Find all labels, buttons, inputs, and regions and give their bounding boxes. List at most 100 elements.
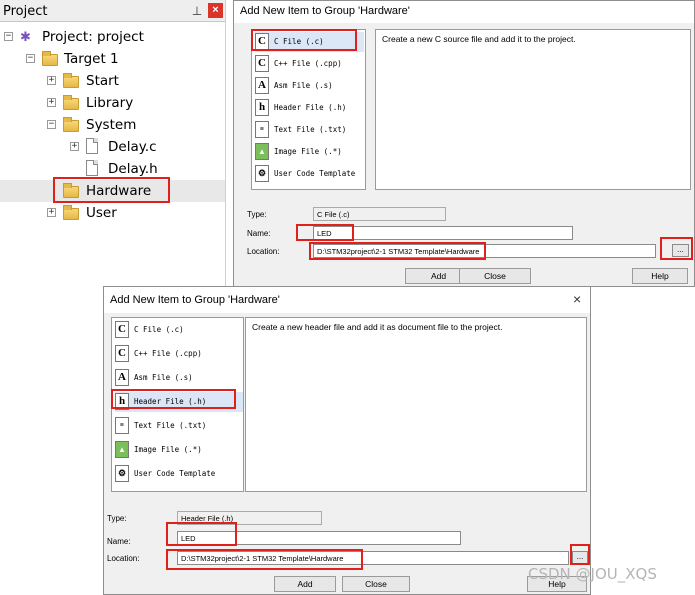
highlight-box	[570, 544, 590, 565]
list-item-user-code-template[interactable]: ⚙ User Code Template	[255, 164, 364, 184]
tree-item-label: Library	[86, 95, 134, 111]
tree-item-label: Project: project	[42, 29, 144, 45]
list-item-cpp-file[interactable]: C C++ File (.cpp)	[255, 54, 364, 74]
list-item-label: C File (.c)	[134, 325, 184, 334]
dialog-titlebar: Add New Item to Group 'Hardware' ×	[104, 287, 590, 313]
open-folder-icon	[63, 117, 79, 132]
list-item-text-file[interactable]: ≡ Text File (.txt)	[255, 120, 364, 140]
highlight-box	[296, 224, 354, 241]
tree-item-label: Delay.h	[108, 161, 158, 177]
list-item-label: C++ File (.cpp)	[274, 59, 342, 68]
list-item-label: Asm File (.s)	[274, 81, 333, 90]
asm-file-icon: A	[255, 77, 269, 94]
name-label: Name:	[247, 229, 271, 238]
tree-item-target[interactable]: − Target 1	[0, 48, 225, 70]
expand-icon[interactable]: +	[70, 142, 79, 151]
tree-item-delay-c[interactable]: + Delay.c	[0, 136, 225, 158]
type-field: C File (.c)	[313, 207, 446, 221]
list-item-cpp-file[interactable]: C C++ File (.cpp)	[115, 344, 243, 364]
help-button[interactable]: Help	[632, 268, 688, 284]
list-item-label: Text File (.txt)	[274, 125, 347, 134]
highlight-box	[111, 389, 236, 409]
tree-item-label: Start	[86, 73, 119, 89]
list-item-label: C++ File (.cpp)	[134, 349, 202, 358]
tree-item-project[interactable]: − ✱ Project: project	[0, 26, 225, 48]
target-folder-icon	[42, 51, 58, 66]
expand-icon[interactable]: +	[47, 76, 56, 85]
list-item-asm-file[interactable]: A Asm File (.s)	[255, 76, 364, 96]
highlight-box	[251, 29, 357, 51]
tree-item-system[interactable]: − System	[0, 114, 225, 136]
template-icon: ⚙	[115, 465, 129, 482]
watermark: CSDN @JOU_XQS	[528, 565, 657, 583]
item-type-list: C C File (.c) C C++ File (.cpp) A Asm Fi…	[251, 29, 366, 190]
item-description: Create a new header file and add it as d…	[245, 317, 587, 492]
expand-icon[interactable]: +	[47, 98, 56, 107]
location-label: Location:	[247, 247, 280, 256]
dialog-titlebar: Add New Item to Group 'Hardware'	[234, 1, 694, 23]
list-item-text-file[interactable]: ≡ Text File (.txt)	[115, 416, 243, 436]
item-description: Create a new C source file and add it to…	[375, 29, 691, 190]
list-item-label: Image File (.*)	[274, 147, 342, 156]
type-label: Type:	[247, 210, 267, 219]
pin-icon[interactable]: ⊥	[190, 3, 204, 19]
list-item-label: Header File (.h)	[274, 103, 347, 112]
list-item-user-code-template[interactable]: ⚙ User Code Template	[115, 464, 243, 484]
text-file-icon: ≡	[115, 417, 129, 434]
add-button[interactable]: Add	[274, 576, 336, 592]
close-icon[interactable]: ×	[208, 3, 223, 18]
dialog-title: Add New Item to Group 'Hardware'	[240, 5, 410, 17]
list-item-label: User Code Template	[274, 169, 356, 178]
highlight-box	[166, 522, 237, 546]
text-file-icon: ≡	[255, 121, 269, 138]
list-item-c-file[interactable]: C C File (.c)	[115, 320, 243, 340]
dialog-title: Add New Item to Group 'Hardware'	[110, 294, 280, 306]
highlight-box	[660, 237, 693, 260]
tree-item-label: User	[86, 205, 117, 221]
template-icon: ⚙	[255, 165, 269, 182]
close-button[interactable]: Close	[342, 576, 410, 592]
highlight-box	[309, 242, 486, 260]
add-item-dialog-c: Add New Item to Group 'Hardware' C C Fil…	[233, 0, 695, 287]
tree-item-label: Target 1	[64, 51, 119, 67]
list-item-header-file[interactable]: h Header File (.h)	[255, 98, 364, 118]
folder-icon	[63, 205, 79, 220]
cpp-file-icon: C	[255, 55, 269, 72]
tree-item-library[interactable]: + Library	[0, 92, 225, 114]
list-item-label: Text File (.txt)	[134, 421, 207, 430]
list-item-image-file[interactable]: ▲ Image File (.*)	[255, 142, 364, 162]
project-icon: ✱	[20, 29, 31, 44]
tree-item-user[interactable]: + User	[0, 202, 225, 224]
list-item-label: User Code Template	[134, 469, 216, 478]
highlight-box	[166, 549, 363, 570]
collapse-icon[interactable]: −	[4, 32, 13, 41]
list-item-label: Image File (.*)	[134, 445, 202, 454]
location-label: Location:	[107, 554, 140, 563]
list-item-asm-file[interactable]: A Asm File (.s)	[115, 368, 243, 388]
cpp-file-icon: C	[115, 345, 129, 362]
collapse-icon[interactable]: −	[26, 54, 35, 63]
expand-icon[interactable]: +	[47, 208, 56, 217]
tree-item-label: Delay.c	[108, 139, 157, 155]
collapse-icon[interactable]: −	[47, 120, 56, 129]
type-label: Type:	[107, 514, 127, 523]
name-label: Name:	[107, 537, 131, 546]
project-panel-header: Project ⊥ ×	[0, 0, 225, 22]
file-icon	[86, 160, 98, 176]
add-item-dialog-h: Add New Item to Group 'Hardware' × C C F…	[103, 286, 591, 595]
header-file-icon: h	[255, 99, 269, 116]
project-panel: Project ⊥ × − ✱ Project: project − Targe…	[0, 0, 226, 288]
tree-item-start[interactable]: + Start	[0, 70, 225, 92]
highlight-box	[53, 177, 170, 203]
c-file-icon: C	[115, 321, 129, 338]
file-icon	[86, 138, 98, 154]
folder-icon	[63, 73, 79, 88]
close-button[interactable]: Close	[459, 268, 531, 284]
tree-item-label: System	[86, 117, 137, 133]
list-item-image-file[interactable]: ▲ Image File (.*)	[115, 440, 243, 460]
project-panel-title: Project	[3, 4, 48, 19]
close-icon[interactable]: ×	[573, 291, 581, 307]
list-item-label: Asm File (.s)	[134, 373, 193, 382]
asm-file-icon: A	[115, 369, 129, 386]
image-file-icon: ▲	[255, 143, 269, 160]
